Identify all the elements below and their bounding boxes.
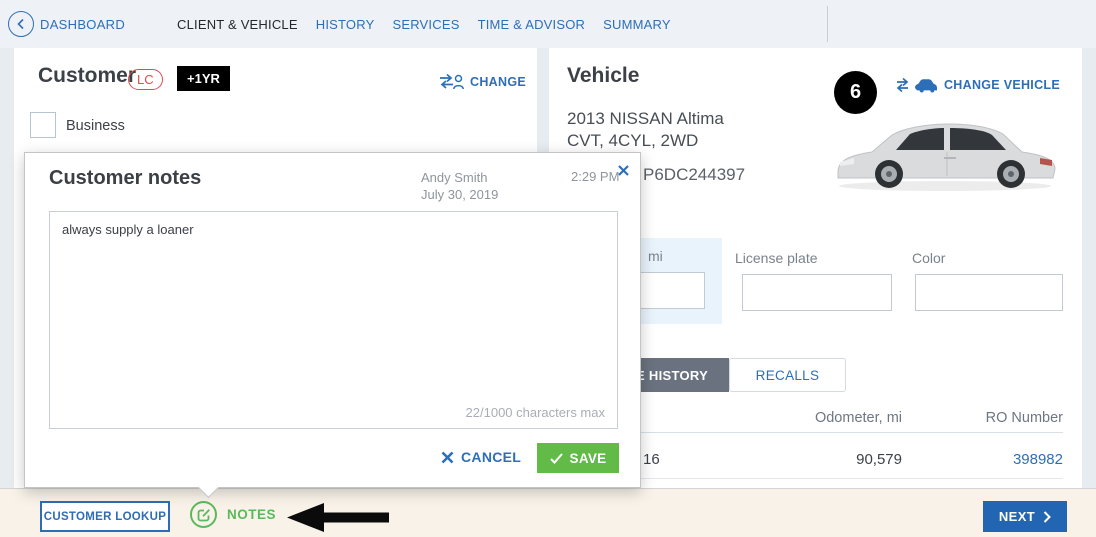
nav-tab-history[interactable]: HISTORY	[316, 17, 375, 32]
anniversary-badge: +1YR	[177, 66, 230, 91]
note-author-date: July 30, 2019	[421, 186, 498, 203]
tab-service-history[interactable]: E HISTORY	[641, 358, 729, 392]
notes-edit-icon	[190, 501, 217, 528]
change-customer-label: CHANGE	[470, 75, 526, 89]
note-author-name: Andy Smith	[421, 169, 498, 186]
license-plate-label: License plate	[735, 250, 818, 266]
customer-lookup-button[interactable]: CUSTOMER LOOKUP	[40, 501, 170, 532]
history-row-odometer: 90,579	[856, 451, 902, 468]
close-icon	[618, 165, 629, 176]
ro-number-column-header: RO Number	[986, 410, 1063, 426]
vehicle-photo	[826, 106, 1064, 198]
nav-tab-services[interactable]: SERVICES	[392, 17, 459, 32]
notes-button[interactable]: NOTES	[190, 501, 276, 528]
modal-title: Customer notes	[49, 167, 201, 190]
vehicle-trim: CVT, 4CYL, 2WD	[567, 131, 698, 151]
business-checkbox-label: Business	[66, 118, 125, 134]
next-label: NEXT	[999, 509, 1035, 524]
swap-person-icon	[438, 73, 464, 90]
note-time: 2:29 PM	[571, 169, 619, 184]
table-row-divider	[641, 478, 1063, 479]
top-nav: DASHBOARD CLIENT & VEHICLE HISTORY SERVI…	[0, 0, 1096, 48]
save-check-icon	[550, 453, 563, 464]
annotation-arrow-left-icon	[287, 503, 389, 532]
footer-bar: CUSTOMER LOOKUP NOTES NEXT	[0, 488, 1096, 537]
change-customer-button[interactable]: CHANGE	[438, 73, 526, 90]
note-textarea-wrapper: always supply a loaner 22/1000 character…	[49, 211, 618, 429]
nav-tab-summary[interactable]: SUMMARY	[603, 17, 671, 32]
customer-panel-title: Customer	[38, 64, 136, 88]
tab-service-history-label: E HISTORY	[641, 368, 708, 383]
nav-tab-client-vehicle[interactable]: CLIENT & VEHICLE	[177, 17, 298, 32]
tab-recalls-label: RECALLS	[756, 368, 820, 383]
color-input[interactable]	[915, 274, 1063, 311]
chevron-right-icon	[1043, 511, 1051, 523]
change-vehicle-button[interactable]: CHANGE VEHICLE	[895, 76, 1060, 94]
save-button[interactable]: SAVE	[537, 443, 619, 473]
chevron-left-icon	[15, 18, 27, 30]
swap-car-icon	[895, 76, 937, 94]
history-row-date: 16	[643, 451, 660, 468]
vehicle-panel-title: Vehicle	[567, 64, 639, 88]
license-plate-input[interactable]	[742, 274, 892, 311]
odometer-unit-label: mi	[648, 248, 663, 264]
odometer-column-header: Odometer, mi	[815, 410, 902, 426]
change-vehicle-label: CHANGE VEHICLE	[944, 78, 1060, 92]
note-textarea[interactable]: always supply a loaner	[50, 212, 617, 428]
nav-divider	[827, 6, 828, 42]
customer-notes-modal: Customer notes Andy Smith July 30, 2019 …	[24, 152, 641, 488]
table-header-divider	[641, 432, 1063, 433]
close-button[interactable]	[615, 162, 631, 178]
tab-recalls[interactable]: RECALLS	[729, 358, 846, 392]
business-checkbox[interactable]	[30, 112, 56, 138]
nav-tab-time-advisor[interactable]: TIME & ADVISOR	[478, 17, 586, 32]
loyalty-badge: LC	[128, 69, 163, 90]
save-label: SAVE	[570, 451, 607, 466]
next-button[interactable]: NEXT	[983, 501, 1067, 532]
cancel-x-icon	[441, 451, 454, 464]
client-vehicle-screen: DASHBOARD CLIENT & VEHICLE HISTORY SERVI…	[0, 0, 1096, 537]
back-button[interactable]	[8, 11, 34, 37]
notes-button-label: NOTES	[227, 507, 276, 522]
note-author-block: Andy Smith July 30, 2019	[421, 169, 498, 203]
history-row-ro-link[interactable]: 398982	[1013, 451, 1063, 468]
nav-tabs: CLIENT & VEHICLE HISTORY SERVICES TIME &…	[177, 0, 671, 48]
color-label: Color	[912, 250, 945, 266]
nav-dashboard-link[interactable]: DASHBOARD	[40, 17, 125, 32]
cancel-button[interactable]: CANCEL	[441, 449, 521, 465]
annotation-step-badge: 6	[834, 71, 877, 114]
cancel-label: CANCEL	[461, 449, 521, 465]
vehicle-vin: P6DC244397	[643, 165, 745, 185]
vehicle-name: 2013 NISSAN Altima	[567, 109, 724, 129]
